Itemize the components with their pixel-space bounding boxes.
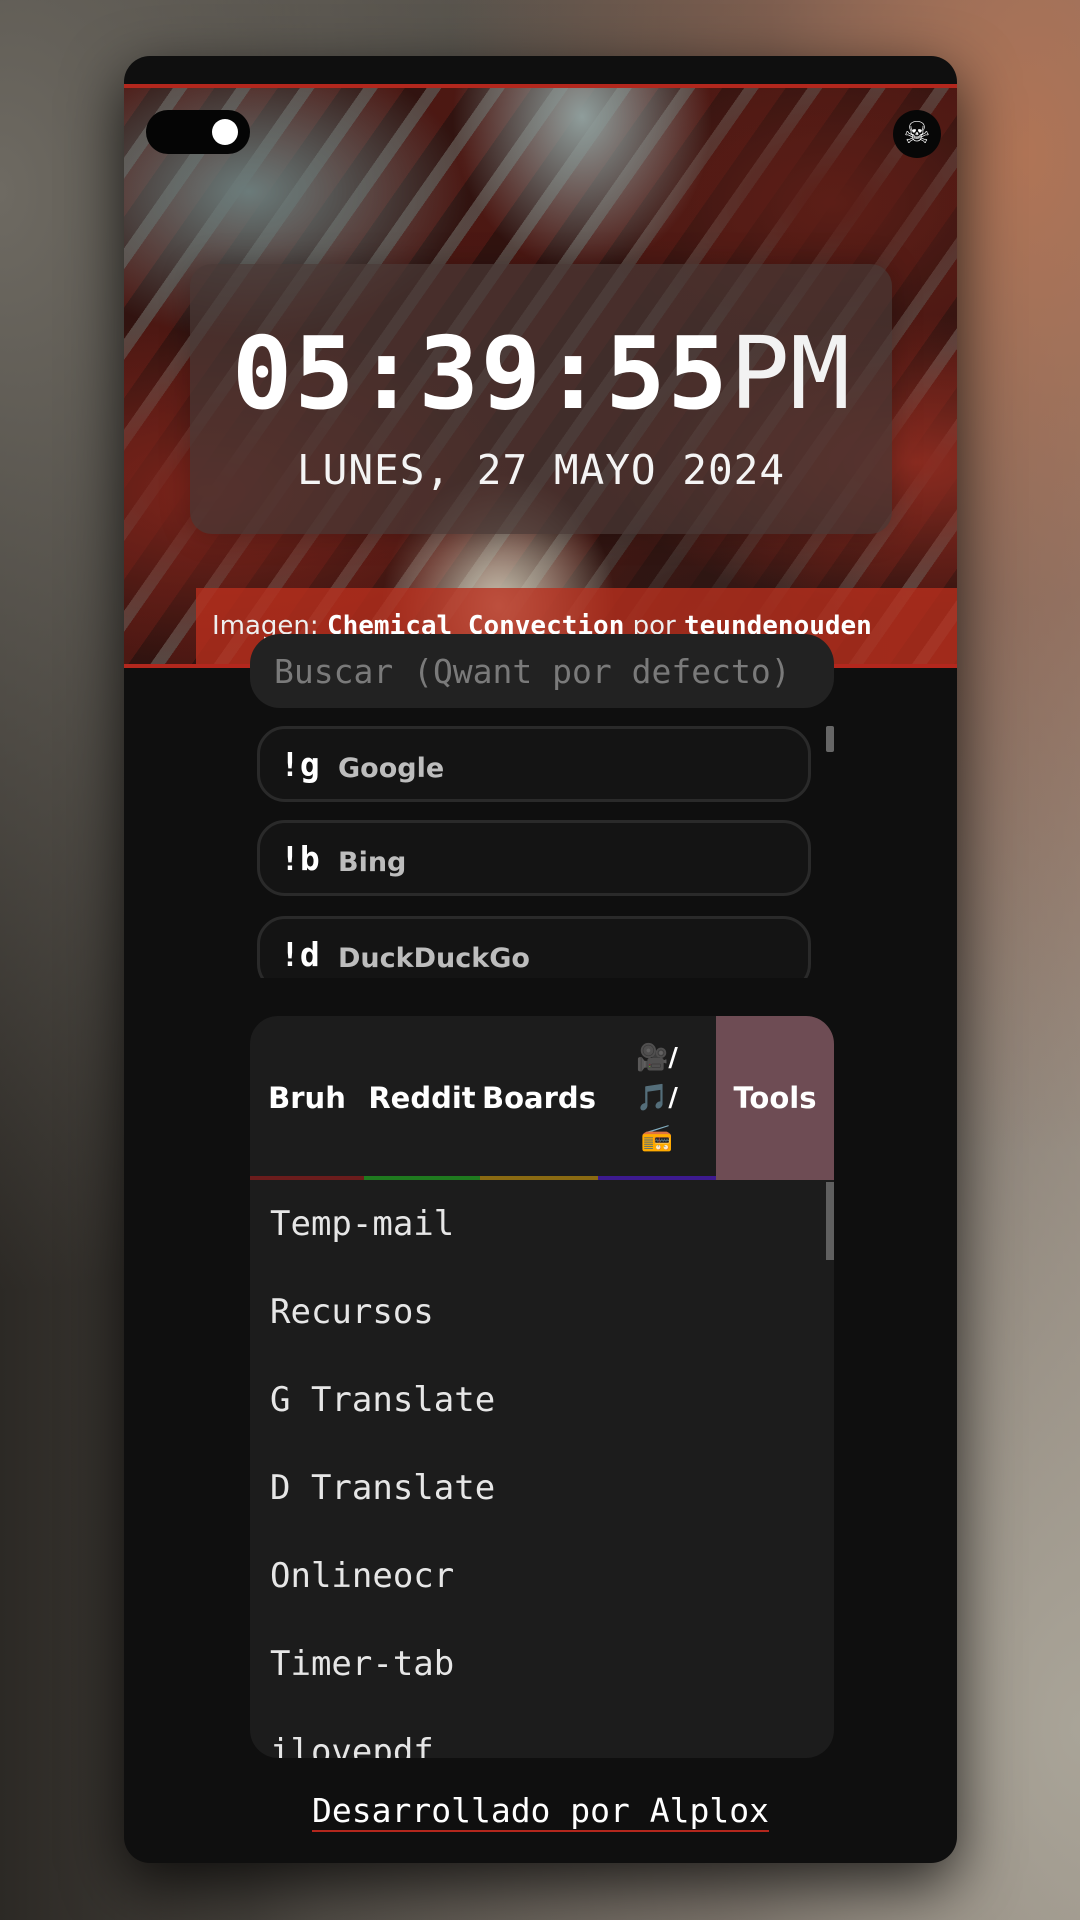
bang-item-bing[interactable]: !b Bing — [257, 820, 811, 896]
list-item[interactable]: D Translate — [250, 1444, 834, 1532]
tab-label: Reddit — [368, 1081, 476, 1115]
tab-label: Boards — [482, 1081, 596, 1115]
bang-item-google[interactable]: !g Google — [257, 726, 811, 802]
tab-bruh[interactable]: Bruh — [250, 1016, 364, 1180]
bang-name: Bing — [338, 847, 407, 878]
bang-key: !d — [280, 935, 320, 974]
tools-list-scrollbar[interactable] — [826, 1182, 834, 1260]
startpage-card: ☠ 05:39:55PM LUNES, 27 MAYO 2024 Imagen:… — [124, 56, 957, 1863]
clock-ampm: PM — [729, 315, 851, 432]
tab-boards[interactable]: Boards — [480, 1016, 598, 1180]
music-icon: 🎵/ — [636, 1083, 678, 1113]
bang-list: !g Google !b Bing !d DuckDuckGo — [254, 726, 814, 978]
list-item[interactable]: G Translate — [250, 1356, 834, 1444]
list-item[interactable]: Recursos — [250, 1268, 834, 1356]
footer: Desarrollado por Alplox — [124, 1791, 957, 1832]
skull-icon[interactable]: ☠ — [893, 110, 941, 158]
clock-panel: 05:39:55PM LUNES, 27 MAYO 2024 — [190, 264, 892, 534]
radio-icon: 📻 — [640, 1123, 674, 1153]
tab-tools[interactable]: Tools — [716, 1016, 834, 1180]
list-item[interactable]: Timer-tab — [250, 1620, 834, 1708]
bang-key: !g — [280, 745, 320, 784]
video-icon: 🎥/ — [636, 1043, 678, 1073]
theme-toggle[interactable] — [146, 110, 250, 154]
tab-bar: Bruh Reddit Boards 🎥/ 🎵/ 📻 Tools — [250, 1016, 834, 1180]
clock-date: LUNES, 27 MAYO 2024 — [297, 446, 785, 494]
hero-wallpaper: ☠ 05:39:55PM LUNES, 27 MAYO 2024 Imagen:… — [124, 84, 957, 668]
bang-key: !b — [280, 839, 320, 878]
tools-list: Temp-mail Recursos G Translate D Transla… — [250, 1180, 834, 1758]
toggle-knob[interactable] — [212, 119, 238, 145]
tab-label: Tools — [733, 1081, 817, 1115]
tab-label: Bruh — [268, 1081, 346, 1115]
list-item[interactable]: Temp-mail — [250, 1180, 834, 1268]
list-item[interactable]: ilovepdf — [250, 1708, 834, 1758]
bang-name: DuckDuckGo — [338, 943, 530, 974]
footer-credit-link[interactable]: Desarrollado por Alplox — [312, 1791, 769, 1832]
search-input[interactable] — [250, 634, 834, 708]
list-item[interactable]: Onlineocr — [250, 1532, 834, 1620]
tab-media[interactable]: 🎥/ 🎵/ 📻 — [598, 1016, 716, 1180]
clock-hms: 05:39:55 — [231, 315, 730, 432]
links-panel: Bruh Reddit Boards 🎥/ 🎵/ 📻 Tools Temp-ma… — [250, 1016, 834, 1758]
bang-list-scrollbar[interactable] — [826, 726, 834, 752]
bang-name: Google — [338, 753, 445, 784]
clock-time: 05:39:55PM — [190, 324, 892, 424]
bang-item-duckduckgo[interactable]: !d DuckDuckGo — [257, 916, 811, 978]
tab-reddit[interactable]: Reddit — [364, 1016, 480, 1180]
